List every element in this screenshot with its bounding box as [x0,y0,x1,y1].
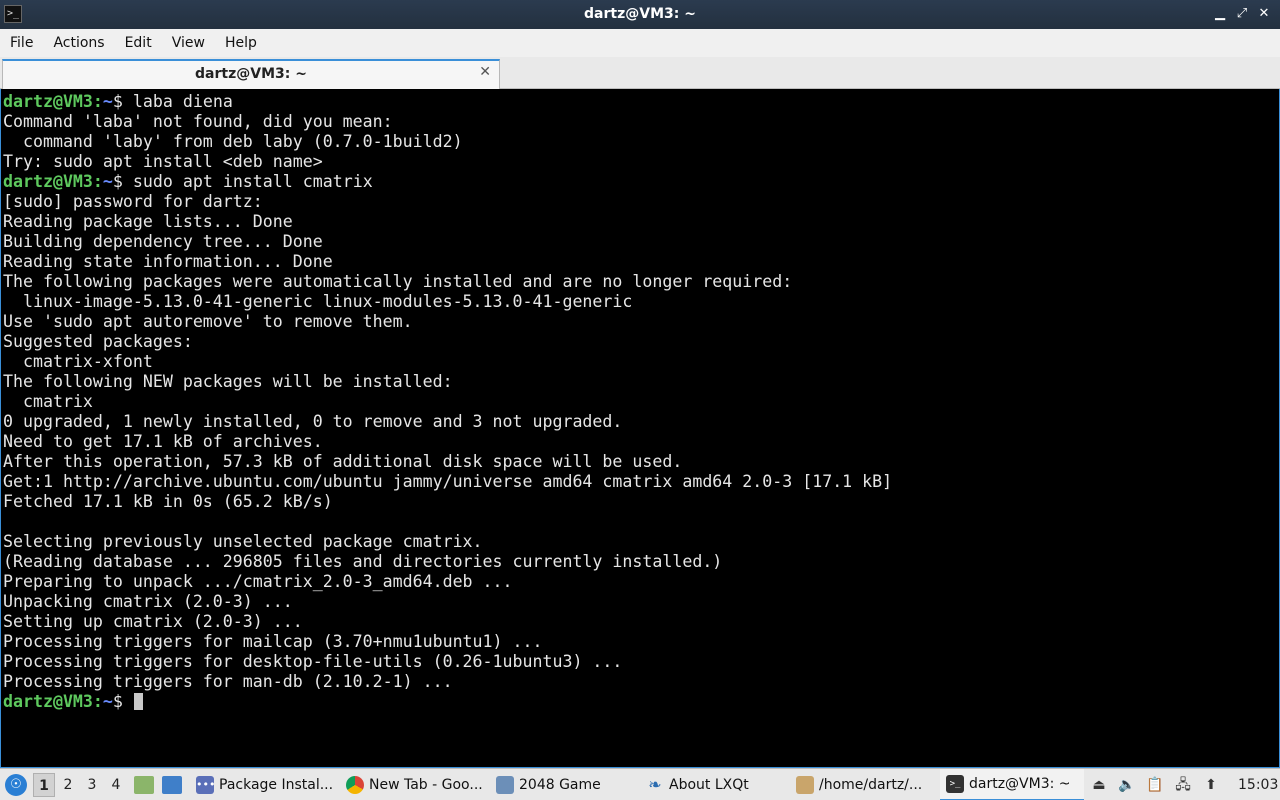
window-controls: ▁ ⤢ ✕ [1214,4,1270,24]
update-notifier-icon[interactable]: ⬆ [1202,776,1220,794]
network-icon[interactable]: 🖧 [1174,776,1192,794]
menu-view[interactable]: View [162,29,215,57]
output-line: linux-image-5.13.0-41-generic linux-modu… [3,292,633,311]
output-line: cmatrix [3,392,93,411]
quick-launch [134,769,182,800]
terminal-output: dartz@VM3:~$ laba diena Command 'laba' no… [3,92,892,712]
menu-edit[interactable]: Edit [115,29,162,57]
menu-actions[interactable]: Actions [43,29,114,57]
command-text [123,692,133,711]
prompt-line: dartz@VM3:~$ [3,692,892,712]
task-label: /home/dartz/... [819,777,923,793]
output-line: [sudo] password for dartz: [3,192,263,211]
output-line: Reading package lists... Done [3,212,293,231]
prompt-symbol: $ [112,172,123,191]
window-title: dartz@VM3: ~ [584,6,696,22]
workspace-2[interactable]: 2 [57,773,79,797]
window-titlebar[interactable]: >_ dartz@VM3: ~ ▁ ⤢ ✕ [0,0,1280,29]
output-line: Building dependency tree... Done [3,232,323,251]
task-label: About LXQt [669,777,749,793]
task-2048-game[interactable]: 2048 Game [490,769,638,800]
prompt-line: dartz@VM3:~$ laba diena [3,92,233,111]
command-text: laba diena [122,92,233,111]
output-line: Processing triggers for mailcap (3.70+nm… [3,632,543,651]
workspace-1[interactable]: 1 [33,773,55,797]
task-package-installer[interactable]: ••• Package Instal... [190,769,338,800]
task-label: dartz@VM3: ~ [969,776,1071,792]
prompt-path: ~ [102,92,113,111]
workspace-3[interactable]: 3 [81,773,103,797]
volume-icon[interactable]: 🔈 [1118,776,1136,794]
output-line: The following packages were automaticall… [3,272,793,291]
output-line: Unpacking cmatrix (2.0-3) ... [3,592,293,611]
taskbar: ☉ 1 2 3 4 ••• Package Instal... New Tab … [0,768,1280,800]
tab-close-icon[interactable]: ✕ [479,64,491,80]
game-window-icon [496,776,514,794]
output-line: Preparing to unpack .../cmatrix_2.0-3_am… [3,572,513,591]
output-line: Command 'laba' not found, did you mean: [3,112,393,131]
prompt-user: dartz@VM3 [3,172,93,191]
tab-terminal[interactable]: dartz@VM3: ~ ✕ [2,59,500,89]
terminal-view[interactable]: dartz@VM3:~$ laba diena Command 'laba' no… [0,89,1280,768]
close-button[interactable]: ✕ [1258,4,1270,24]
output-line: Selecting previously unselected package … [3,532,483,551]
prompt-user: dartz@VM3 [3,92,93,111]
output-line: Use 'sudo apt autoremove' to remove them… [3,312,413,331]
output-line: Get:1 http://archive.ubuntu.com/ubuntu j… [3,472,893,491]
task-label: 2048 Game [519,777,601,793]
output-line: command 'laby' from deb laby (0.7.0-1bui… [3,132,463,151]
tab-label: dartz@VM3: ~ [195,66,307,82]
workspace-switcher: 1 2 3 4 [33,769,127,800]
folder-icon [796,776,814,794]
output-line: 0 upgraded, 1 newly installed, 0 to remo… [3,412,623,431]
chrome-icon [346,776,364,794]
clipboard-icon[interactable]: 📋 [1146,776,1164,794]
menu-bar: File Actions Edit View Help [0,29,1280,57]
prompt-path: ~ [102,172,113,191]
prompt-symbol: $ [112,92,123,111]
terminal-icon: >_ [946,775,964,793]
tab-bar: dartz@VM3: ~ ✕ [0,57,1280,89]
output-line: Setting up cmatrix (2.0-3) ... [3,612,303,631]
output-line: Need to get 17.1 kB of archives. [3,432,323,451]
clock[interactable]: 15:03 [1238,769,1278,800]
menu-file[interactable]: File [0,29,43,57]
prompt-line: dartz@VM3:~$ sudo apt install cmatrix [3,172,373,191]
output-line: The following NEW packages will be insta… [3,372,453,391]
task-chrome[interactable]: New Tab - Goo... [340,769,488,800]
output-line: Suggested packages: [3,332,193,351]
output-line: (Reading database ... 296805 files and d… [3,552,723,571]
eject-icon[interactable]: ⏏ [1090,776,1108,794]
prompt-user: dartz@VM3 [3,692,93,711]
task-label: Package Instal... [219,777,334,793]
output-line: Processing triggers for man-db (2.10.2-1… [3,672,453,691]
output-line: After this operation, 57.3 kB of additio… [3,452,683,471]
task-file-manager[interactable]: /home/dartz/... [790,769,938,800]
workspace-4[interactable]: 4 [105,773,127,797]
system-tray: ⏏ 🔈 📋 🖧 ⬆ [1090,769,1220,800]
task-about-lxqt[interactable]: ❧ About LXQt [640,769,788,800]
output-line: Reading state information... Done [3,252,333,271]
menu-help[interactable]: Help [215,29,267,57]
output-line: Try: sudo apt install <deb name> [3,152,323,171]
maximize-button[interactable]: ⤢ [1236,4,1248,24]
output-line: Processing triggers for desktop-file-uti… [3,652,623,671]
lxqt-icon: ❧ [648,775,662,794]
command-text: sudo apt install cmatrix [122,172,373,191]
prompt-path: ~ [102,692,113,711]
task-terminal[interactable]: >_ dartz@VM3: ~ [940,769,1084,800]
start-menu-button[interactable]: ☉ [5,769,27,800]
package-installer-icon: ••• [196,776,215,794]
minimize-button[interactable]: ▁ [1214,4,1226,24]
output-line: cmatrix-xfont [3,352,153,371]
file-manager-icon[interactable] [134,776,154,794]
menu-icon: ☉ [5,774,27,796]
output-line: Fetched 17.1 kB in 0s (65.2 kB/s) [3,492,333,511]
text-cursor [133,693,143,710]
show-desktop-icon[interactable] [162,776,182,794]
prompt-symbol: $ [112,692,123,711]
task-label: New Tab - Goo... [369,777,483,793]
